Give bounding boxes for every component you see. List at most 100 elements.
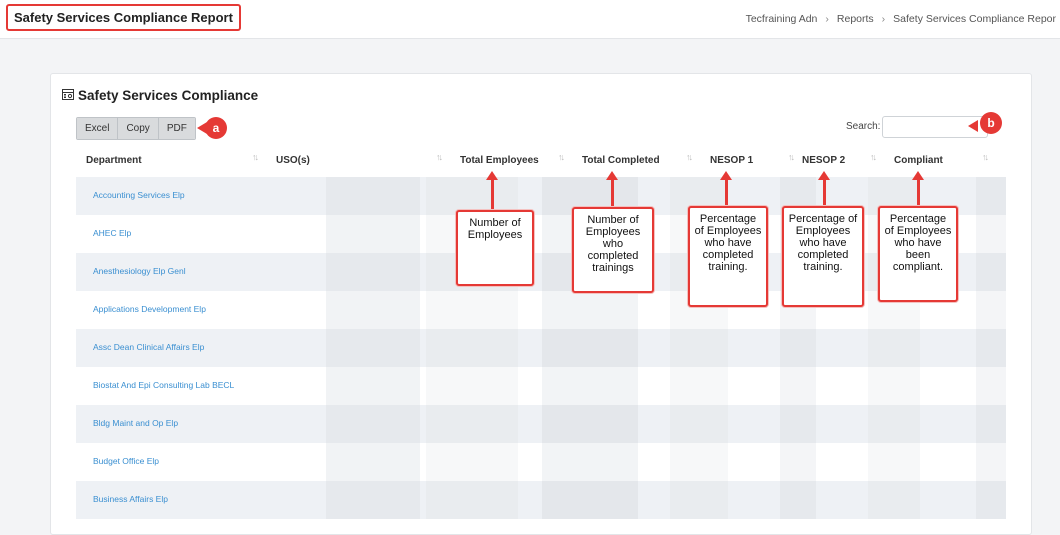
annotation-arrow bbox=[917, 180, 920, 206]
redacted-cell bbox=[868, 405, 920, 443]
arrow-head-icon bbox=[486, 171, 498, 180]
redacted-cell bbox=[326, 177, 420, 215]
col-nesop-1[interactable]: NESOP 1 bbox=[710, 155, 753, 166]
annotation-note: Percentage of Employees who have been co… bbox=[878, 206, 958, 302]
redacted-cell bbox=[670, 367, 728, 405]
callout-b-pointer bbox=[968, 120, 978, 132]
department-link[interactable]: Accounting Services Elp bbox=[93, 190, 185, 200]
annotation-arrow bbox=[725, 180, 728, 206]
redacted-cell bbox=[426, 291, 518, 329]
sort-icon[interactable]: ↑↓ bbox=[686, 152, 693, 162]
breadcrumb-home[interactable]: Tecfraining Adn bbox=[746, 13, 818, 25]
redacted-cell bbox=[326, 291, 420, 329]
report-icon bbox=[62, 88, 74, 103]
redacted-cell bbox=[426, 481, 518, 519]
redacted-cell bbox=[780, 405, 816, 443]
col-total-employees[interactable]: Total Employees bbox=[460, 155, 539, 166]
breadcrumb-separator: › bbox=[881, 13, 886, 25]
sort-icon[interactable]: ↑↓ bbox=[788, 152, 795, 162]
redacted-cell bbox=[780, 481, 816, 519]
breadcrumb-separator: › bbox=[825, 13, 829, 25]
col-usos[interactable]: USO(s) bbox=[276, 155, 310, 166]
redacted-cell bbox=[542, 443, 638, 481]
redacted-cell bbox=[426, 367, 518, 405]
sort-icon[interactable]: ↑↓ bbox=[252, 152, 259, 162]
table-row: Applications Development Elp bbox=[76, 291, 1006, 329]
redacted-cell bbox=[976, 215, 1006, 253]
table-row: AHEC Elp bbox=[76, 215, 1006, 253]
redacted-cell bbox=[868, 367, 920, 405]
redacted-cell bbox=[780, 443, 816, 481]
annotation-note: Percentage of Employees who have complet… bbox=[782, 206, 864, 307]
excel-button[interactable]: Excel bbox=[77, 118, 119, 139]
redacted-cell bbox=[326, 215, 420, 253]
table-row: Assc Dean Clinical Affairs Elp bbox=[76, 329, 1006, 367]
pdf-button[interactable]: PDF bbox=[158, 118, 195, 139]
breadcrumb-current: Safety Services Compliance Repor bbox=[893, 13, 1056, 25]
redacted-cell bbox=[780, 329, 816, 367]
col-compliant[interactable]: Compliant bbox=[894, 155, 943, 166]
redacted-cell bbox=[976, 405, 1006, 443]
table-row: Accounting Services Elp bbox=[76, 177, 1006, 215]
arrow-head-icon bbox=[720, 171, 732, 180]
col-department[interactable]: Department bbox=[86, 155, 142, 166]
table-row: Business Affairs Elp bbox=[76, 481, 1006, 519]
redacted-cell bbox=[670, 443, 728, 481]
redacted-cell bbox=[670, 405, 728, 443]
redacted-cell bbox=[976, 177, 1006, 215]
card-title-text: Safety Services Compliance bbox=[78, 88, 259, 103]
export-buttons: Excel Copy PDF bbox=[76, 117, 196, 140]
breadcrumb: Tecfraining Adn › Reports › Safety Services … bbox=[742, 13, 1060, 25]
arrow-head-icon bbox=[606, 171, 618, 180]
redacted-cell bbox=[976, 253, 1006, 291]
annotation-arrow bbox=[491, 180, 494, 210]
copy-button[interactable]: Copy bbox=[118, 118, 159, 139]
top-bar: Safety Services Compliance Report Tecfra… bbox=[0, 0, 1060, 39]
department-link[interactable]: Assc Dean Clinical Affairs Elp bbox=[93, 342, 204, 352]
redacted-cell bbox=[868, 329, 920, 367]
redacted-cell bbox=[976, 367, 1006, 405]
department-link[interactable]: AHEC Elp bbox=[93, 228, 131, 238]
page-title: Safety Services Compliance Report bbox=[6, 4, 241, 31]
department-link[interactable]: Anesthesiology Elp Genl bbox=[93, 266, 186, 276]
department-link[interactable]: Budget Office Elp bbox=[93, 456, 159, 466]
redacted-cell bbox=[542, 329, 638, 367]
redacted-cell bbox=[326, 443, 420, 481]
annotation-note: Number of Employees who completed traini… bbox=[572, 207, 654, 293]
callout-a: a bbox=[205, 117, 227, 139]
sort-icon[interactable]: ↑↓ bbox=[870, 152, 877, 162]
annotation-note: Number of Employees bbox=[456, 210, 534, 286]
redacted-cell bbox=[542, 291, 638, 329]
col-total-completed[interactable]: Total Completed bbox=[582, 155, 660, 166]
department-link[interactable]: Business Affairs Elp bbox=[93, 494, 168, 504]
redacted-cell bbox=[426, 443, 518, 481]
sort-icon[interactable]: ↑↓ bbox=[436, 152, 443, 162]
breadcrumb-reports[interactable]: Reports bbox=[837, 13, 874, 25]
table-row: Bldg Maint and Op Elp bbox=[76, 405, 1006, 443]
redacted-cell bbox=[326, 253, 420, 291]
redacted-cell bbox=[426, 405, 518, 443]
department-link[interactable]: Bldg Maint and Op Elp bbox=[93, 418, 178, 428]
col-nesop-2[interactable]: NESOP 2 bbox=[802, 155, 845, 166]
table-row: Budget Office Elp bbox=[76, 443, 1006, 481]
redacted-cell bbox=[542, 367, 638, 405]
redacted-cell bbox=[976, 291, 1006, 329]
redacted-cell bbox=[868, 481, 920, 519]
redacted-cell bbox=[326, 329, 420, 367]
redacted-cell bbox=[542, 481, 638, 519]
arrow-head-icon bbox=[818, 171, 830, 180]
sort-icon[interactable]: ↑↓ bbox=[982, 152, 989, 162]
redacted-cell bbox=[976, 329, 1006, 367]
redacted-cell bbox=[670, 481, 728, 519]
redacted-cell bbox=[326, 367, 420, 405]
department-link[interactable]: Biostat And Epi Consulting Lab BECL bbox=[93, 380, 234, 390]
redacted-cell bbox=[976, 443, 1006, 481]
department-link[interactable]: Applications Development Elp bbox=[93, 304, 206, 314]
callout-b: b bbox=[980, 112, 1002, 134]
redacted-cell bbox=[426, 329, 518, 367]
table-header: Department ↑↓ USO(s) ↑↓ Total Employees … bbox=[76, 151, 1006, 173]
redacted-cell bbox=[542, 405, 638, 443]
annotation-arrow bbox=[611, 180, 614, 207]
annotation-note: Percentage of Employees who have complet… bbox=[688, 206, 768, 307]
sort-icon[interactable]: ↑↓ bbox=[558, 152, 565, 162]
